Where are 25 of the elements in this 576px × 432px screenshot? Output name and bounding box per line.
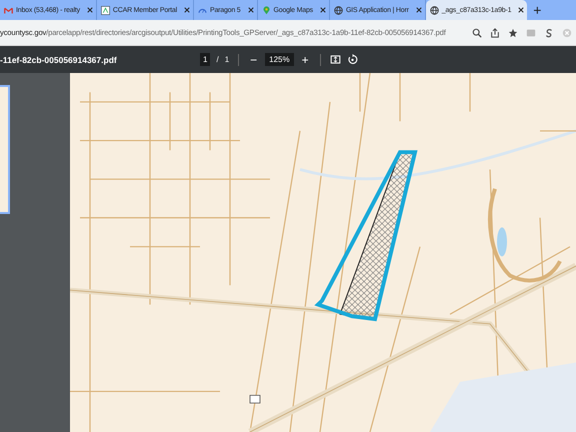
close-icon[interactable] [518, 7, 524, 13]
zoom-in-button[interactable]: + [300, 54, 311, 66]
page-thumbnail[interactable] [0, 85, 10, 214]
close-icon[interactable] [320, 7, 326, 13]
star-icon[interactable] [508, 28, 518, 38]
fit-page-icon[interactable] [330, 54, 341, 65]
page-number-field[interactable]: 1 [200, 53, 210, 66]
close-icon[interactable] [184, 7, 190, 13]
mail-icon [4, 6, 13, 14]
close-icon[interactable] [86, 7, 93, 13]
zoom-out-button[interactable]: − [248, 54, 260, 66]
globe-icon [430, 6, 439, 14]
zoom-field[interactable]: 125% [265, 53, 294, 66]
close-icon[interactable] [248, 7, 254, 13]
close-icon[interactable] [416, 7, 422, 13]
new-tab-button[interactable]: + [527, 0, 548, 20]
logo-icon [100, 6, 110, 14]
rotate-icon[interactable] [346, 54, 358, 65]
share-icon[interactable] [490, 28, 500, 38]
page-separator: / [216, 55, 219, 64]
page-count: 1 [224, 55, 230, 64]
map-pin-icon [262, 6, 270, 14]
zoom-icon[interactable] [472, 28, 482, 38]
globe-icon [334, 6, 343, 14]
file-name: -11ef-82cb-005056914367.pdf [0, 54, 118, 64]
